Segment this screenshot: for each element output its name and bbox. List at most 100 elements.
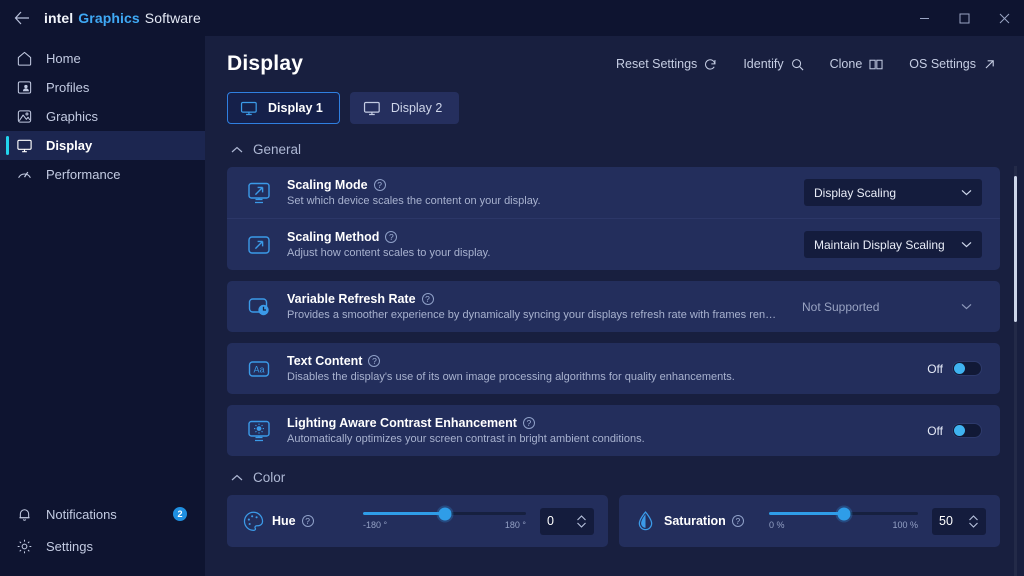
scaling-mode-monitor-icon [245,179,273,207]
setting-row-text-content: Aa Text Content ? Disables the display's… [227,343,1000,394]
toggle-knob [954,425,965,436]
tab-display-2[interactable]: Display 2 [349,92,460,124]
help-question-icon[interactable]: ? [373,179,386,191]
back-arrow-icon[interactable] [0,0,44,36]
external-link-arrow-icon [983,58,996,71]
droplet-icon [633,509,658,534]
chevron-up-icon [231,474,243,482]
help-question-icon[interactable]: ? [385,231,398,243]
help-question-icon[interactable]: ? [522,417,535,429]
scrollbar-thumb[interactable] [1014,176,1017,322]
stepper-updown-icon[interactable] [968,514,979,528]
chevron-down-icon [961,241,972,248]
setting-description: Disables the display's use of its own im… [287,371,735,383]
help-question-icon[interactable]: ? [731,515,744,527]
svg-text:Aa: Aa [253,364,264,374]
sidebar-item-home[interactable]: Home [0,44,205,73]
section-header-color[interactable]: Color [231,470,1000,485]
help-question-icon[interactable]: ? [421,293,434,305]
slider-min-label: -180 ° [363,520,388,530]
sidebar-item-settings[interactable]: Settings [0,530,205,562]
help-question-icon[interactable]: ? [301,515,314,527]
performance-pulse-icon [14,165,34,185]
setting-row-lighting-aware-contrast: Lighting Aware Contrast Enhancement ? Au… [227,405,1000,456]
select-value: Maintain Display Scaling [814,237,945,252]
hue-value-input[interactable]: 0 [540,507,594,535]
slider-thumb[interactable] [438,507,451,520]
stepper-updown-icon[interactable] [576,514,587,528]
setting-title: Text Content [287,354,363,368]
sidebar-item-display[interactable]: Display [0,131,205,160]
select-value: Not Supported [802,299,880,314]
saturation-value-input[interactable]: 50 [932,507,986,535]
body-wrapper: Home Profiles Graphics Display Performan… [0,36,1024,576]
card-scaling: Scaling Mode ? Set which device scales t… [227,167,1000,270]
color-sliders-row: Hue ? -180 ° 180 ° 0 Saturation ? 0 % 10… [227,495,1000,547]
numeric-value: 0 [547,514,554,528]
palette-icon [241,509,266,534]
chevron-down-icon [961,303,972,310]
text-content-aa-icon: Aa [245,355,273,383]
sidebar-item-graphics[interactable]: Graphics [0,102,205,131]
scaling-mode-select[interactable]: Display Scaling [804,179,982,206]
refresh-rate-clock-icon [245,293,273,321]
sidebar-bottom-group: Notifications 2 Settings [0,498,205,576]
help-question-icon[interactable]: ? [368,355,381,367]
sidebar-item-label: Settings [46,538,93,554]
slider-thumb[interactable] [837,507,850,520]
identify-button[interactable]: Identify [743,57,804,71]
title-bar: intel Graphics Software [0,0,1024,36]
card-variable-refresh-rate: Variable Refresh Rate ? Provides a smoot… [227,281,1000,332]
setting-control: Maintain Display Scaling [804,231,982,258]
slider-min-label: 0 % [769,520,785,530]
slider-fill [363,512,445,515]
setting-title: Variable Refresh Rate [287,292,416,306]
chevron-down-icon [961,189,972,196]
close-button[interactable] [984,0,1024,36]
slider-fill [769,512,844,515]
select-value: Display Scaling [814,185,897,200]
gear-icon [14,536,34,556]
display-tabs: Display 1 Display 2 [227,92,1000,124]
maximize-button[interactable] [944,0,984,36]
hue-slider[interactable]: -180 ° 180 ° [361,507,528,530]
display-monitor-icon [363,100,381,117]
tab-display-1[interactable]: Display 1 [227,92,340,124]
setting-title-line: Scaling Method ? [287,230,790,244]
text-content-toggle[interactable] [952,361,982,376]
main-content: Display Reset Settings Identify Clone OS… [205,36,1024,576]
clone-button[interactable]: Clone [830,57,884,71]
card-lighting-aware-contrast: Lighting Aware Contrast Enhancement ? Au… [227,405,1000,456]
slider-title: Saturation [664,514,726,528]
slider-card-saturation: Saturation ? 0 % 100 % 50 [619,495,1000,547]
minimize-button[interactable] [904,0,944,36]
setting-control: Off [927,423,982,438]
chevron-up-icon [231,146,243,154]
scaling-method-select[interactable]: Maintain Display Scaling [804,231,982,258]
sidebar-item-label: Display [46,138,93,153]
main-header: Display Reset Settings Identify Clone OS… [205,36,1024,124]
slider-limits: 0 % 100 % [769,520,918,530]
section-title: General [253,142,302,157]
sidebar-item-profiles[interactable]: Profiles [0,73,205,102]
setting-title-line: Lighting Aware Contrast Enhancement ? [287,416,913,430]
sidebar-item-performance[interactable]: Performance [0,160,205,189]
reset-settings-button[interactable]: Reset Settings [616,57,717,71]
section-header-general[interactable]: General [231,142,1000,157]
brand-intel: intel [44,10,74,26]
setting-description: Adjust how content scales to your displa… [287,247,491,259]
sidebar-item-label: Graphics [46,109,99,124]
sidebar-item-notifications[interactable]: Notifications 2 [0,498,205,530]
setting-description: Set which device scales the content on y… [287,195,541,207]
hue-label-box: Hue ? [241,509,349,534]
toggle-state-label: Off [927,361,943,376]
saturation-slider[interactable]: 0 % 100 % [767,507,920,530]
slider-track [769,507,918,520]
slider-card-hue: Hue ? -180 ° 180 ° 0 [227,495,608,547]
os-settings-button[interactable]: OS Settings [909,57,996,71]
card-text-content: Aa Text Content ? Disables the display's… [227,343,1000,394]
setting-text: Text Content ? Disables the display's us… [287,354,913,383]
home-icon [14,49,34,69]
lighting-aware-contrast-toggle[interactable] [952,423,982,438]
reset-settings-label: Reset Settings [616,57,698,71]
